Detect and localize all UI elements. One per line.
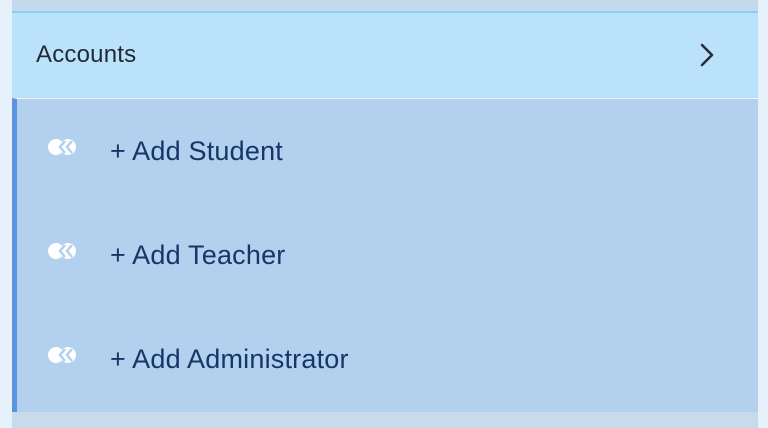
accounts-title: Accounts xyxy=(36,41,137,68)
chevron-right-icon[interactable] xyxy=(696,41,718,69)
accounts-submenu: + Add Student + Add Teacher + Add Admini… xyxy=(12,98,758,412)
top-divider xyxy=(12,0,758,11)
user-badge-icon xyxy=(45,241,85,261)
submenu-item-label: + Add Teacher xyxy=(110,239,286,270)
submenu-item-add-administrator[interactable]: + Add Administrator xyxy=(17,307,758,411)
submenu-item-label: + Add Student xyxy=(110,135,283,166)
accounts-menu-header[interactable]: Accounts xyxy=(12,11,758,97)
user-badge-icon xyxy=(45,345,85,365)
submenu-item-add-student[interactable]: + Add Student xyxy=(17,99,758,203)
bottom-divider xyxy=(12,412,758,428)
submenu-item-label: + Add Administrator xyxy=(110,343,349,374)
navigation-panel: Accounts + Add Student + Add Teacher + A… xyxy=(12,0,758,428)
user-badge-icon xyxy=(45,137,85,157)
submenu-item-add-teacher[interactable]: + Add Teacher xyxy=(17,203,758,307)
